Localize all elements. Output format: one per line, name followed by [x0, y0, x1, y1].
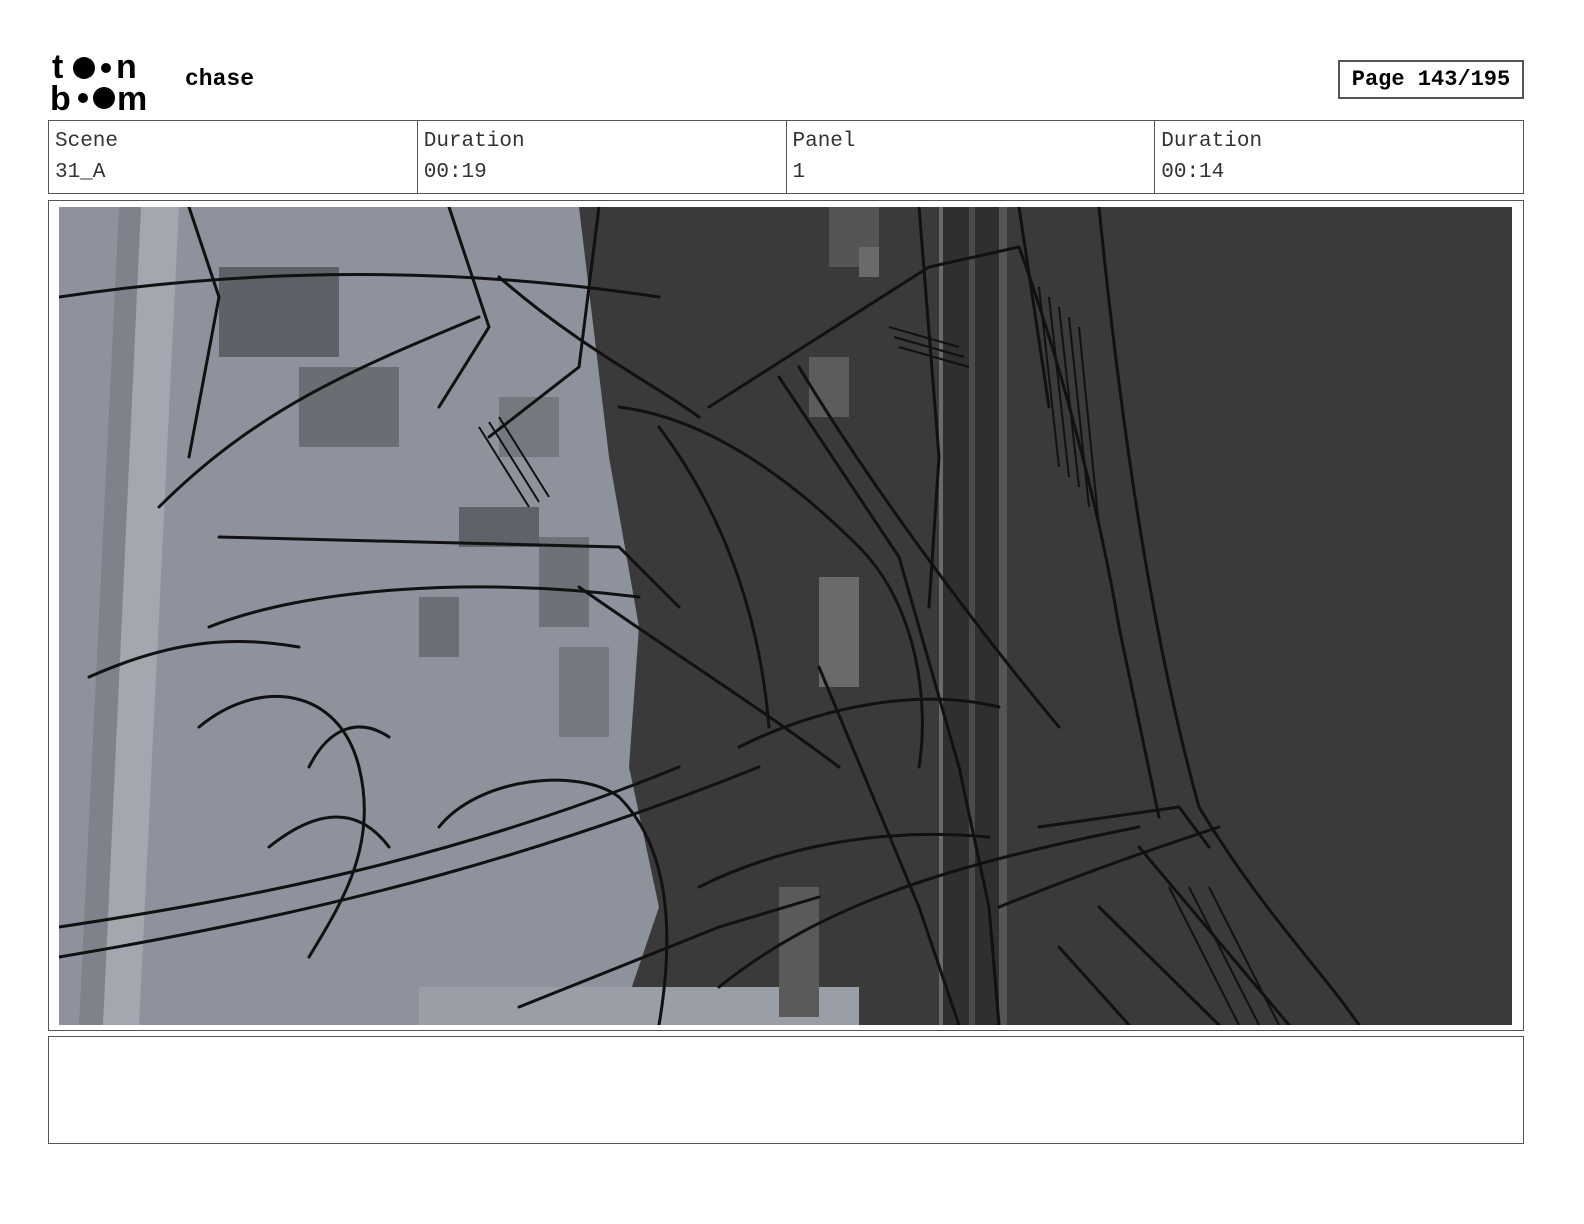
- scene-cell: Scene 31_A: [49, 121, 418, 193]
- panel-cell: Panel 1: [787, 121, 1156, 193]
- scene-duration-value: 00:19: [423, 161, 487, 184]
- scene-duration-label: Duration: [423, 130, 525, 153]
- panel-label: Panel: [792, 130, 856, 153]
- svg-text:m: m: [117, 80, 147, 112]
- panel-duration-label: Duration: [1161, 130, 1263, 153]
- panel-duration-value: 00:14: [1161, 161, 1225, 184]
- svg-text:b: b: [50, 80, 71, 112]
- project-title: chase: [185, 66, 255, 92]
- scene-duration-cell: Duration 00:19: [418, 121, 787, 193]
- panel-duration-cell: Duration 00:14: [1155, 121, 1523, 193]
- storyboard-panel-image: [59, 207, 1512, 1025]
- panel-value: 1: [792, 161, 806, 184]
- panel-frame: [48, 200, 1524, 1031]
- storyboard-sketch-icon: [59, 207, 1512, 1025]
- panel-notes-box: [48, 1036, 1524, 1144]
- page-label: Page 143/195: [1351, 67, 1511, 92]
- page-indicator: Page 143/195: [1338, 60, 1524, 99]
- scene-info-table: Scene 31_A Duration 00:19 Panel 1 Durati…: [48, 120, 1524, 194]
- scene-value: 31_A: [55, 161, 106, 184]
- toon-boom-logo: t n b m: [50, 50, 147, 112]
- scene-label: Scene: [55, 130, 119, 153]
